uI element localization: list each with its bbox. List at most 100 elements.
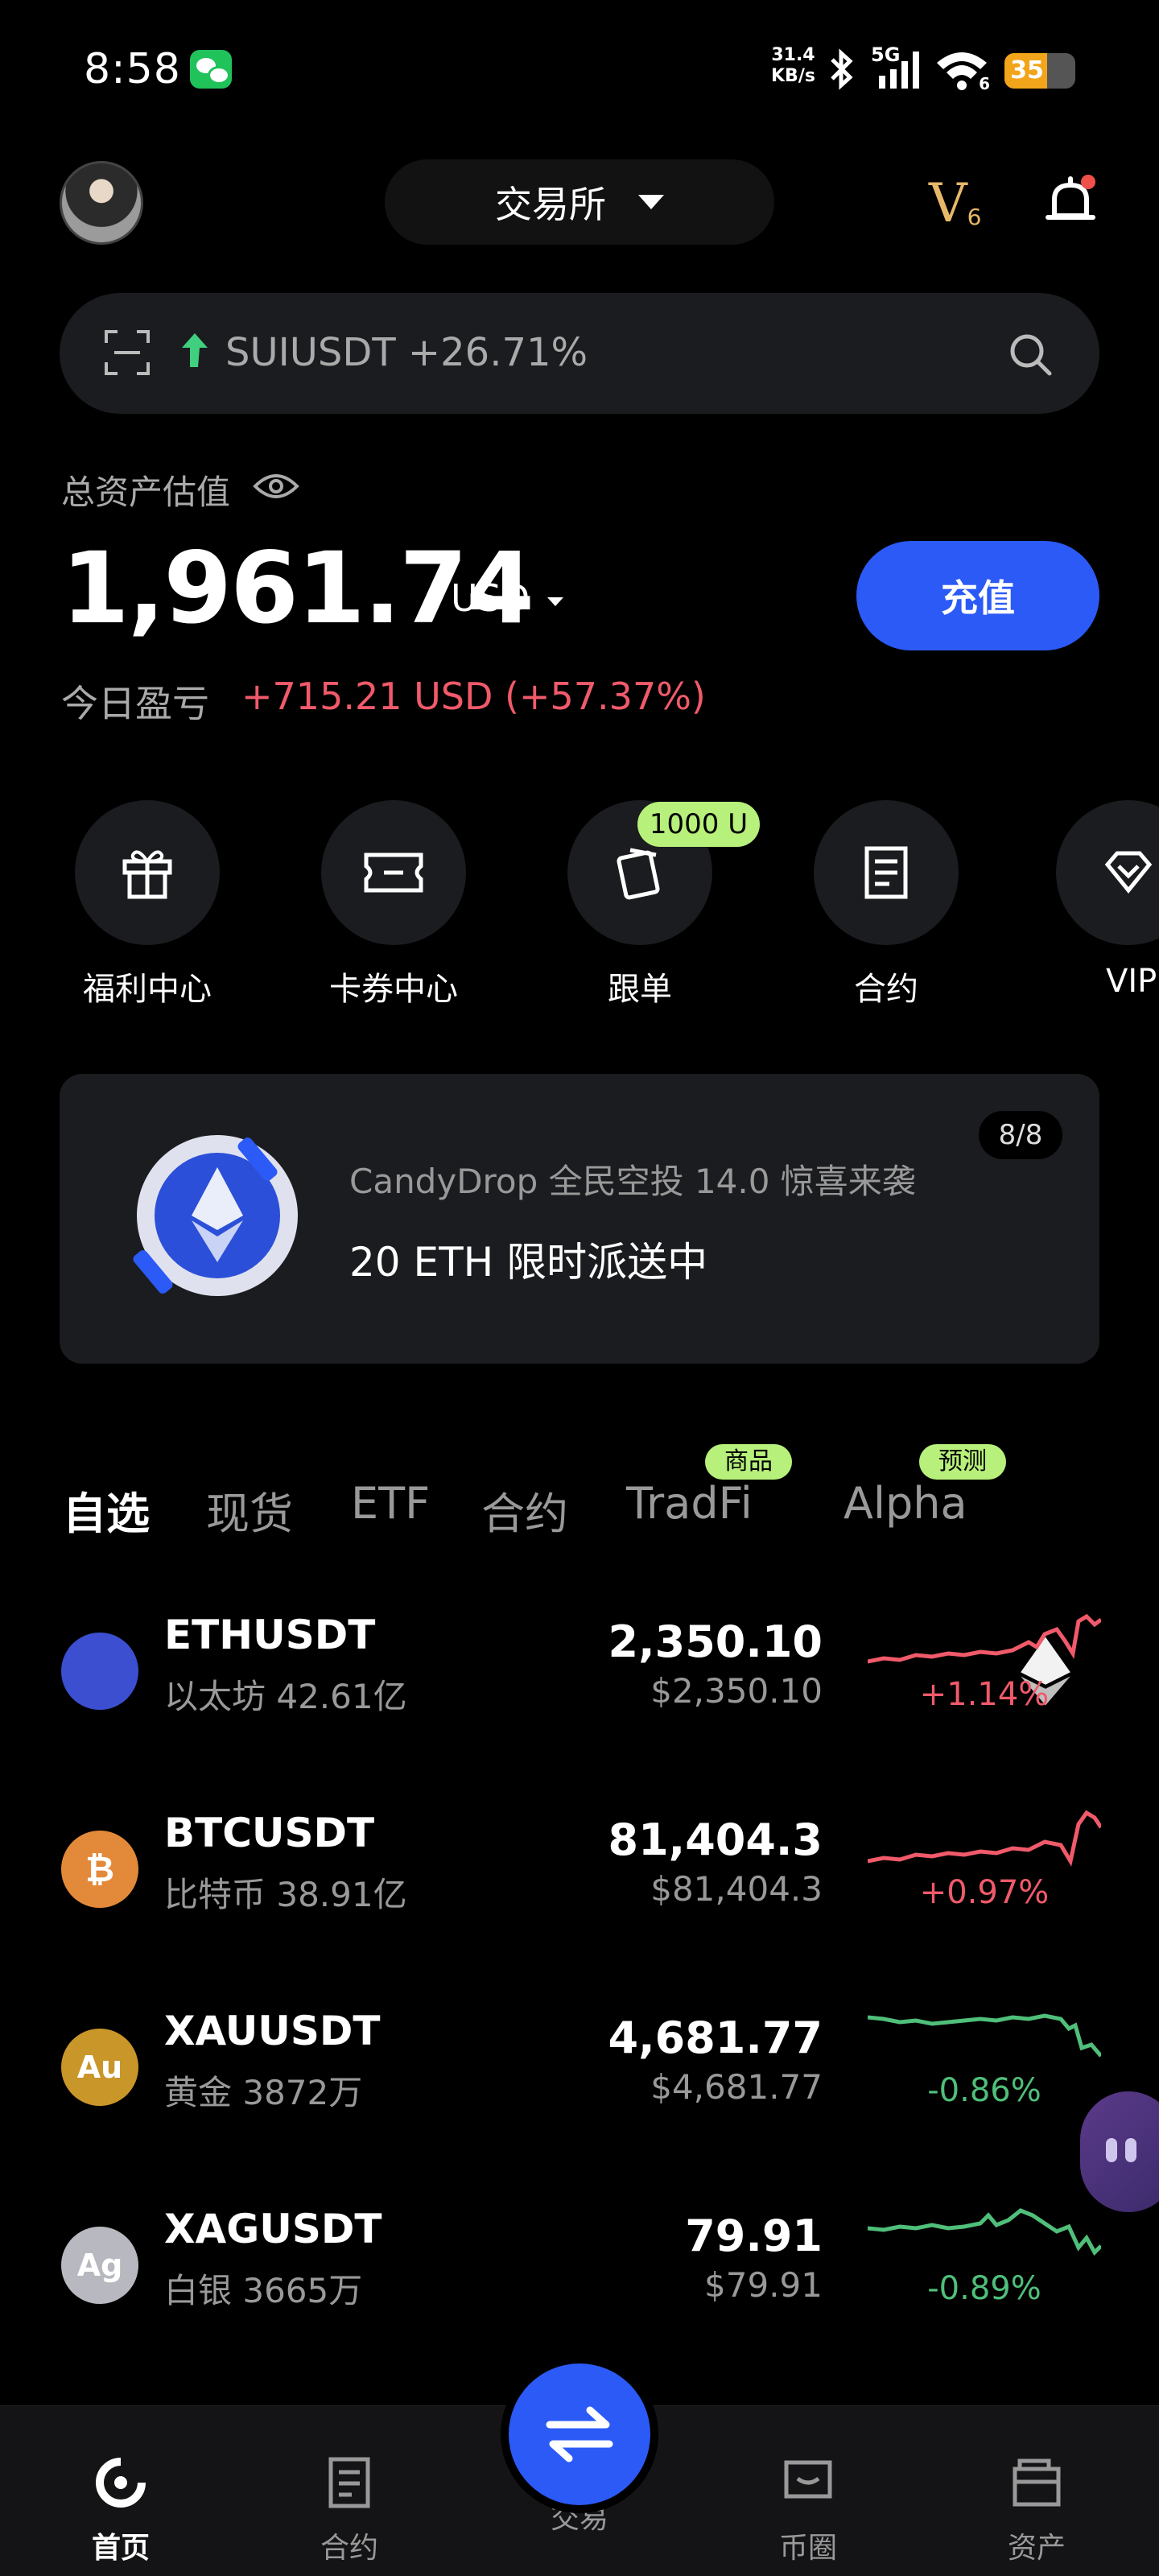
tab-futures[interactable]: 合约 — [481, 1478, 568, 1542]
market-usd-price: $4,681.77 — [650, 2067, 823, 2107]
trending-up-icon — [182, 333, 208, 367]
reward-badge: 1000 U — [637, 802, 760, 847]
deposit-button[interactable]: 充值 — [856, 541, 1099, 650]
quick-action-coupons[interactable]: 卡券中心 — [317, 800, 470, 1009]
banner-page-counter: 8/8 — [979, 1111, 1062, 1159]
market-change: +0.97% — [919, 1874, 1050, 1911]
quick-action-welfare[interactable]: 福利中心 — [71, 800, 224, 1009]
signal-icon: 5G — [871, 43, 922, 92]
nav-contract[interactable]: 合约 — [277, 2454, 422, 2566]
nav-label: 首页 — [91, 2532, 150, 2565]
system-icons: 5G 6 — [824, 43, 990, 93]
chevron-down-icon — [638, 195, 664, 209]
status-bar: 8:58 31.4 KB/s 5G 6 35 — [0, 0, 1159, 137]
market-price: 79.91 — [685, 2211, 823, 2261]
contract-icon — [864, 846, 908, 899]
tab-watchlist[interactable]: 自选 — [63, 1478, 150, 1542]
eye-icon[interactable] — [253, 472, 299, 501]
tab-tradfi[interactable]: TradFi — [626, 1478, 753, 1529]
quick-action-label: 合约 — [854, 971, 918, 1008]
scan-icon[interactable] — [103, 328, 151, 377]
eth-coin-illustration — [133, 1135, 298, 1296]
quick-action-vip[interactable]: VIP — [1056, 800, 1159, 1000]
market-row[interactable]: Au XAUUSDT 黄金 3872万 4,681.77 $4,681.77 -… — [0, 1966, 1159, 2164]
bubble-eye — [1106, 2138, 1117, 2162]
pnl-label: 今日盈亏 — [61, 682, 209, 725]
quick-action-label: 跟单 — [608, 971, 672, 1008]
bell-icon[interactable] — [1038, 171, 1103, 235]
market-symbol: XAGUSDT — [164, 2206, 382, 2252]
market-usd-price: $79.91 — [704, 2265, 823, 2305]
nav-assets[interactable]: 资产 — [964, 2454, 1109, 2566]
nav-label: 合约 — [320, 2532, 378, 2565]
market-change: +1.14% — [919, 1676, 1050, 1713]
assistant-bubble[interactable] — [1080, 2091, 1159, 2212]
market-price: 4,681.77 — [608, 2013, 823, 2063]
chat-icon — [784, 2460, 832, 2499]
contract-icon — [328, 2457, 370, 2508]
currency-selector[interactable]: USD — [451, 576, 530, 620]
sparkline — [868, 2208, 1101, 2256]
market-name: 白银 3665万 — [164, 2271, 363, 2310]
market-symbol: ETHUSDT — [164, 1612, 376, 1658]
market-row[interactable]: Ag XAGUSDT 白银 3665万 79.91 $79.91 -0.89% — [0, 2164, 1159, 2362]
market-change: -0.89% — [927, 2270, 1041, 2307]
market-row[interactable]: ₿ BTCUSDT 比特币 38.91亿 81,404.3 $81,404.3 … — [0, 1768, 1159, 1966]
wifi-icon: 6 — [934, 47, 990, 93]
btc-icon: ₿ — [61, 1831, 138, 1908]
market-name: 以太坊 42.61亿 — [164, 1677, 407, 1716]
gift-icon — [122, 850, 172, 899]
quick-action-label: 卡券中心 — [329, 971, 458, 1008]
market-name: 黄金 3872万 — [164, 2073, 363, 2112]
tab-alpha[interactable]: Alpha — [843, 1478, 967, 1529]
vip-diamond-icon — [1104, 851, 1153, 894]
quick-action-label: VIP — [1106, 963, 1157, 1000]
exchange-label: 交易所 — [495, 183, 606, 226]
quick-action-contract[interactable]: 合约 — [810, 800, 963, 1009]
clock: 8:58 — [84, 45, 181, 93]
chevron-down-icon[interactable] — [547, 597, 563, 606]
market-change: -0.86% — [927, 2072, 1041, 2109]
market-price: 2,350.10 — [608, 1616, 823, 1667]
network-speed: 31.4 KB/s — [771, 45, 815, 86]
market-tabs: 自选 现货 ETF 合约 TradFi Alpha — [0, 1478, 1159, 1558]
quick-action-label: 福利中心 — [83, 971, 212, 1008]
eth-icon — [61, 1633, 1070, 1710]
vip-level-badge[interactable]: V6 — [929, 172, 982, 234]
search-icon[interactable] — [1006, 330, 1054, 378]
market-price: 81,404.3 — [608, 1814, 823, 1865]
home-icon — [96, 2454, 149, 2508]
sparkline — [868, 1613, 1101, 1664]
banner-subtitle: CandyDrop 全民空投 14.0 惊喜来袭 — [349, 1162, 916, 1201]
nav-community[interactable]: 币圈 — [736, 2454, 881, 2566]
sparkline — [868, 1810, 1101, 1867]
swap-icon — [546, 2406, 613, 2462]
bubble-eye — [1125, 2138, 1136, 2162]
tab-etf[interactable]: ETF — [351, 1478, 430, 1529]
battery-indicator: 35 — [1004, 53, 1075, 89]
market-row[interactable]: ETHUSDT 以太坊 42.61亿 2,350.10 $2,350.10 +1… — [0, 1570, 1159, 1768]
tab-tag-commodity: 商品 — [705, 1444, 792, 1480]
trade-button[interactable] — [509, 2363, 650, 2505]
total-assets-label: 总资产估值 — [61, 473, 231, 512]
nav-label: 币圈 — [778, 2532, 837, 2565]
market-symbol: XAUUSDT — [164, 2008, 381, 2054]
gold-icon: Au — [61, 2029, 138, 2106]
tab-spot[interactable]: 现货 — [206, 1478, 293, 1542]
silver-icon: Ag — [61, 2227, 138, 2304]
market-symbol: BTCUSDT — [164, 1810, 375, 1856]
exchange-selector[interactable]: 交易所 — [385, 159, 774, 245]
pnl-value: +715.21 USD (+57.37%) — [241, 675, 706, 718]
wallet-icon — [1013, 2458, 1061, 2507]
nav-label: 资产 — [1007, 2532, 1066, 2565]
search-trending-text: SUIUSDT +26.71% — [225, 330, 588, 375]
banner-title: 20 ETH 限时派送中 — [349, 1239, 708, 1286]
ticket-icon — [364, 852, 423, 893]
market-usd-price: $2,350.10 — [650, 1671, 823, 1711]
nav-home[interactable]: 首页 — [48, 2454, 193, 2566]
market-name: 比特币 38.91亿 — [164, 1875, 407, 1914]
copy-trade-icon — [617, 848, 660, 900]
avatar[interactable] — [60, 161, 143, 245]
wechat-notification-icon — [190, 50, 232, 89]
sparkline — [868, 2013, 1101, 2058]
